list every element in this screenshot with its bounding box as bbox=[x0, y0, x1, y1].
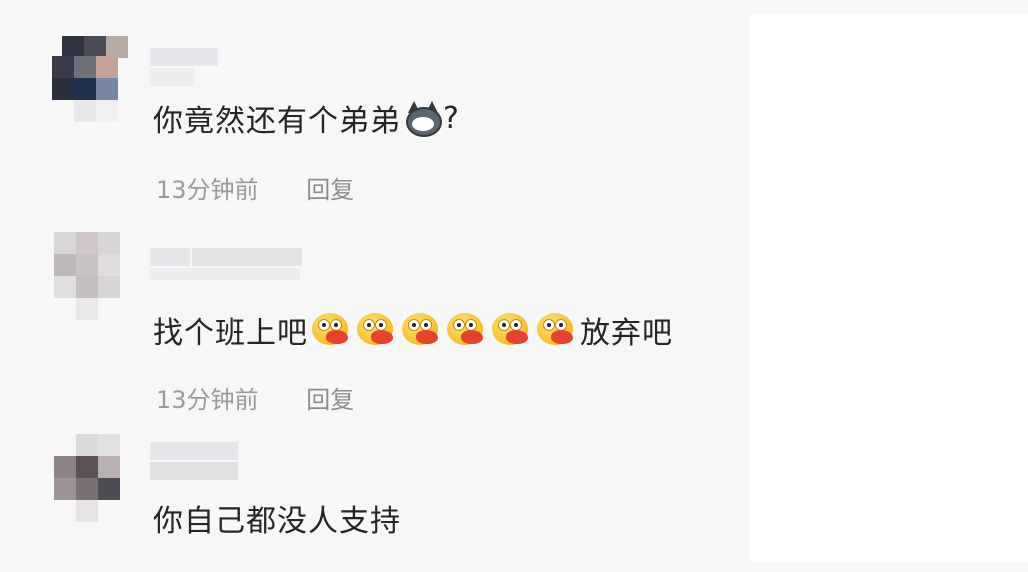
background-area bbox=[750, 14, 1028, 562]
duck-emoji-icon bbox=[445, 311, 487, 349]
timestamp: 13分钟前 bbox=[156, 386, 259, 414]
duck-emoji-row bbox=[310, 311, 580, 349]
avatar[interactable] bbox=[50, 232, 126, 324]
comment-text-start: 你自己都没人支持 bbox=[153, 504, 401, 539]
comment-meta: 13分钟前 回复 bbox=[156, 380, 354, 415]
username-blurred[interactable] bbox=[150, 248, 310, 280]
comment-text: 你自己都没人支持 bbox=[153, 496, 401, 540]
duck-emoji-icon bbox=[535, 311, 577, 349]
comment-text: 你竟然还有个弟弟 ? bbox=[153, 96, 460, 140]
comment-meta: 13分钟前 回复 bbox=[156, 170, 354, 205]
avatar[interactable] bbox=[50, 434, 126, 526]
duck-emoji-icon bbox=[355, 311, 397, 349]
comment-3: 你自己都没人支持 bbox=[16, 430, 750, 562]
timestamp: 13分钟前 bbox=[156, 176, 259, 204]
reply-button[interactable]: 回复 bbox=[306, 386, 354, 414]
comment-text: 找个班上吧 放弃吧 bbox=[153, 308, 673, 352]
comment-panel: 你竟然还有个弟弟 ? 13分钟前 回复 找个班上吧 放弃吧 13分钟前 回复 你… bbox=[16, 14, 750, 562]
username-blurred[interactable] bbox=[150, 48, 220, 86]
duck-emoji-icon bbox=[400, 311, 442, 349]
comment-text-start: 你竟然还有个弟弟 bbox=[153, 104, 401, 139]
reply-button[interactable]: 回复 bbox=[306, 176, 354, 204]
duck-emoji-icon bbox=[490, 311, 532, 349]
husky-dog-emoji-icon bbox=[403, 101, 442, 137]
comment-2: 找个班上吧 放弃吧 13分钟前 回复 bbox=[16, 230, 750, 420]
duck-emoji-icon bbox=[310, 311, 352, 349]
avatar[interactable] bbox=[50, 36, 128, 128]
comment-text-end: ? bbox=[443, 100, 460, 136]
comment-1: 你竟然还有个弟弟 ? 13分钟前 回复 bbox=[16, 28, 750, 218]
comment-text-end: 放弃吧 bbox=[580, 316, 673, 351]
username-blurred[interactable] bbox=[150, 442, 250, 480]
comment-text-start: 找个班上吧 bbox=[153, 316, 308, 351]
